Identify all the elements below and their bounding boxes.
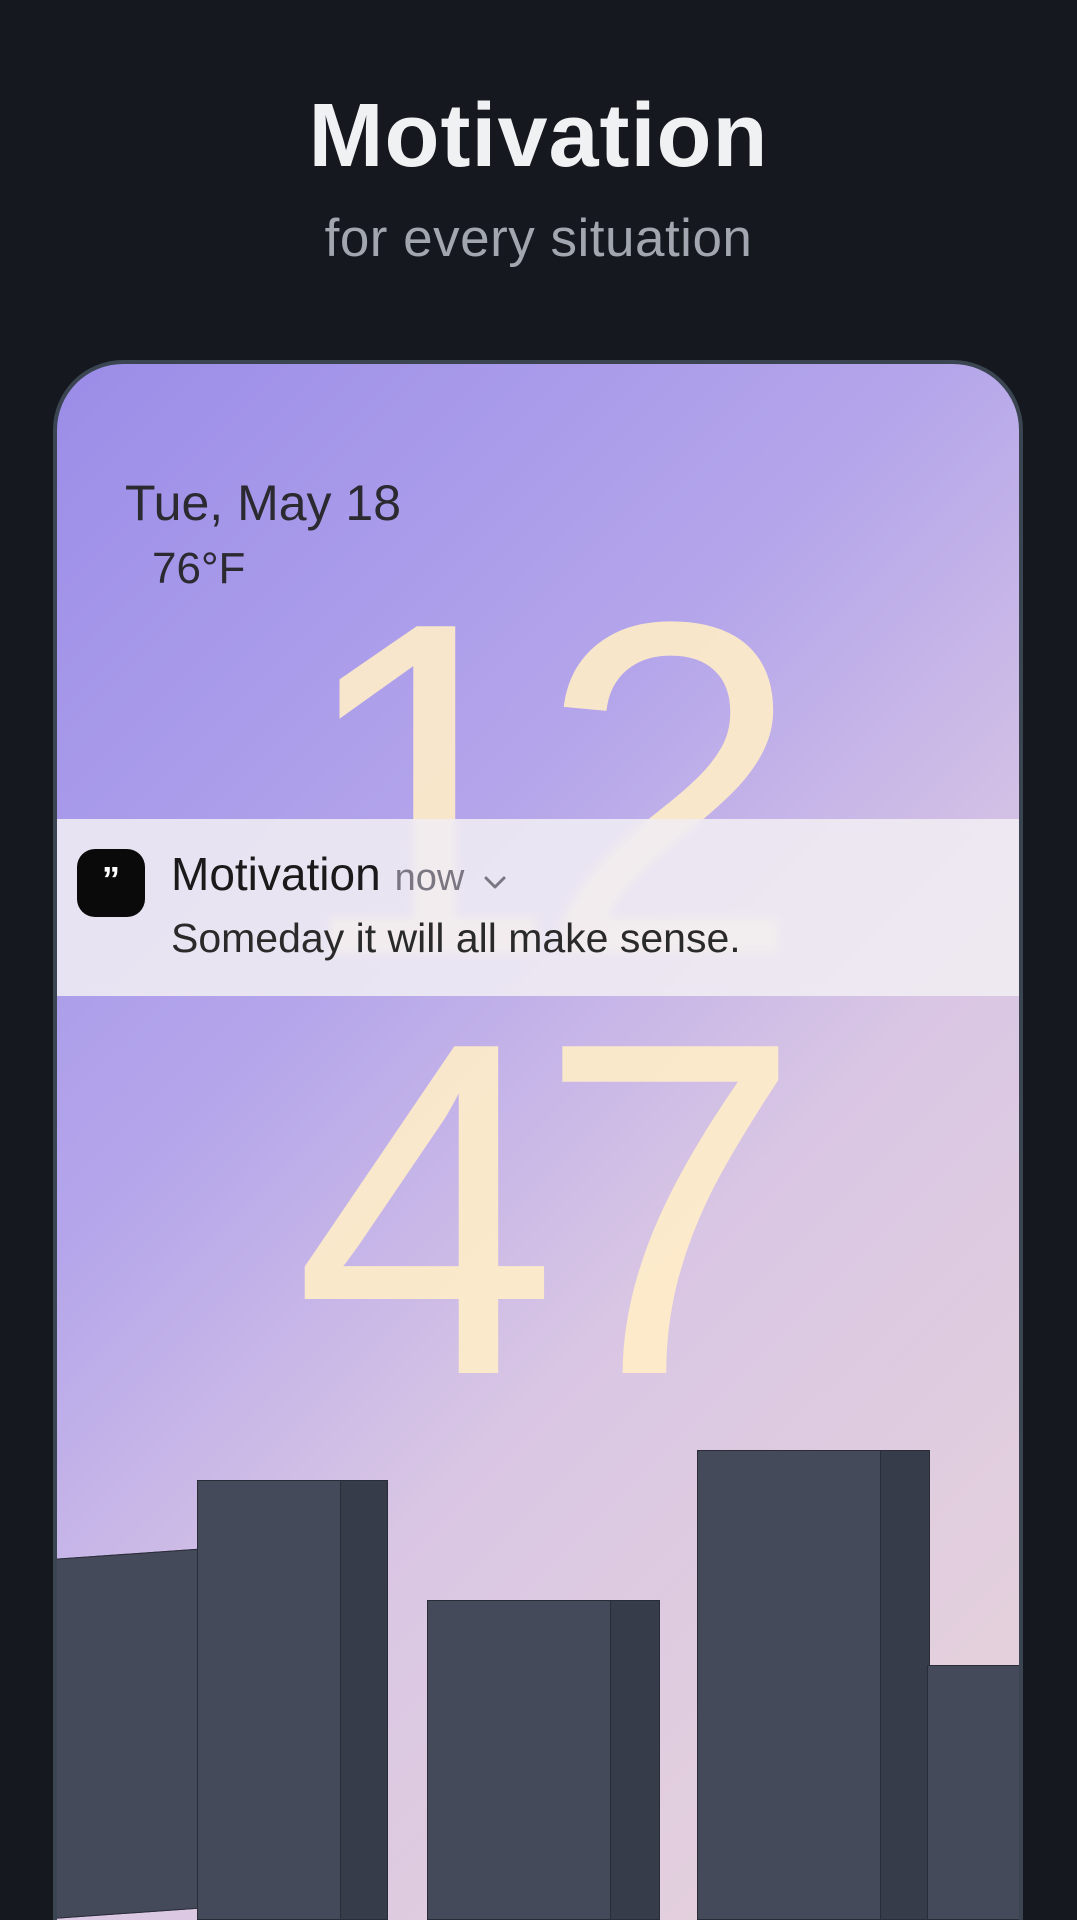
clock-minutes: 47 — [294, 1014, 782, 1404]
clock-display: 12 47 — [294, 594, 782, 1403]
notification-body: Someday it will all make sense. — [171, 915, 999, 962]
chevron-down-icon[interactable] — [484, 873, 506, 896]
skyline-building — [697, 1450, 882, 1920]
notification-header: Motivation now — [171, 847, 999, 901]
skyline-building — [340, 1480, 388, 1920]
promo-title: Motivation — [0, 85, 1077, 188]
skyline-building — [427, 1600, 612, 1920]
skyline-building — [927, 1665, 1023, 1920]
quote-icon: ” — [102, 871, 120, 895]
lock-screen: Tue, May 18 76°F 12 47 ” Motivation now — [57, 364, 1019, 1920]
skyline-building — [197, 1480, 342, 1920]
notification-app-icon: ” — [77, 849, 145, 917]
wallpaper-skyline — [57, 1380, 1019, 1920]
notification-card[interactable]: ” Motivation now Someday it will all mak… — [53, 819, 1023, 996]
notification-content: Motivation now Someday it will all make … — [171, 847, 999, 962]
skyline-building — [610, 1600, 660, 1920]
skyline-building — [880, 1450, 930, 1920]
notification-time: now — [395, 857, 465, 900]
promo-header: Motivation for every situation — [0, 0, 1077, 269]
promo-subtitle: for every situation — [0, 208, 1077, 269]
phone-mockup: Tue, May 18 76°F 12 47 ” Motivation now — [53, 360, 1023, 1920]
temperature-label: 76°F — [152, 544, 245, 594]
notification-app-name: Motivation — [171, 847, 381, 901]
